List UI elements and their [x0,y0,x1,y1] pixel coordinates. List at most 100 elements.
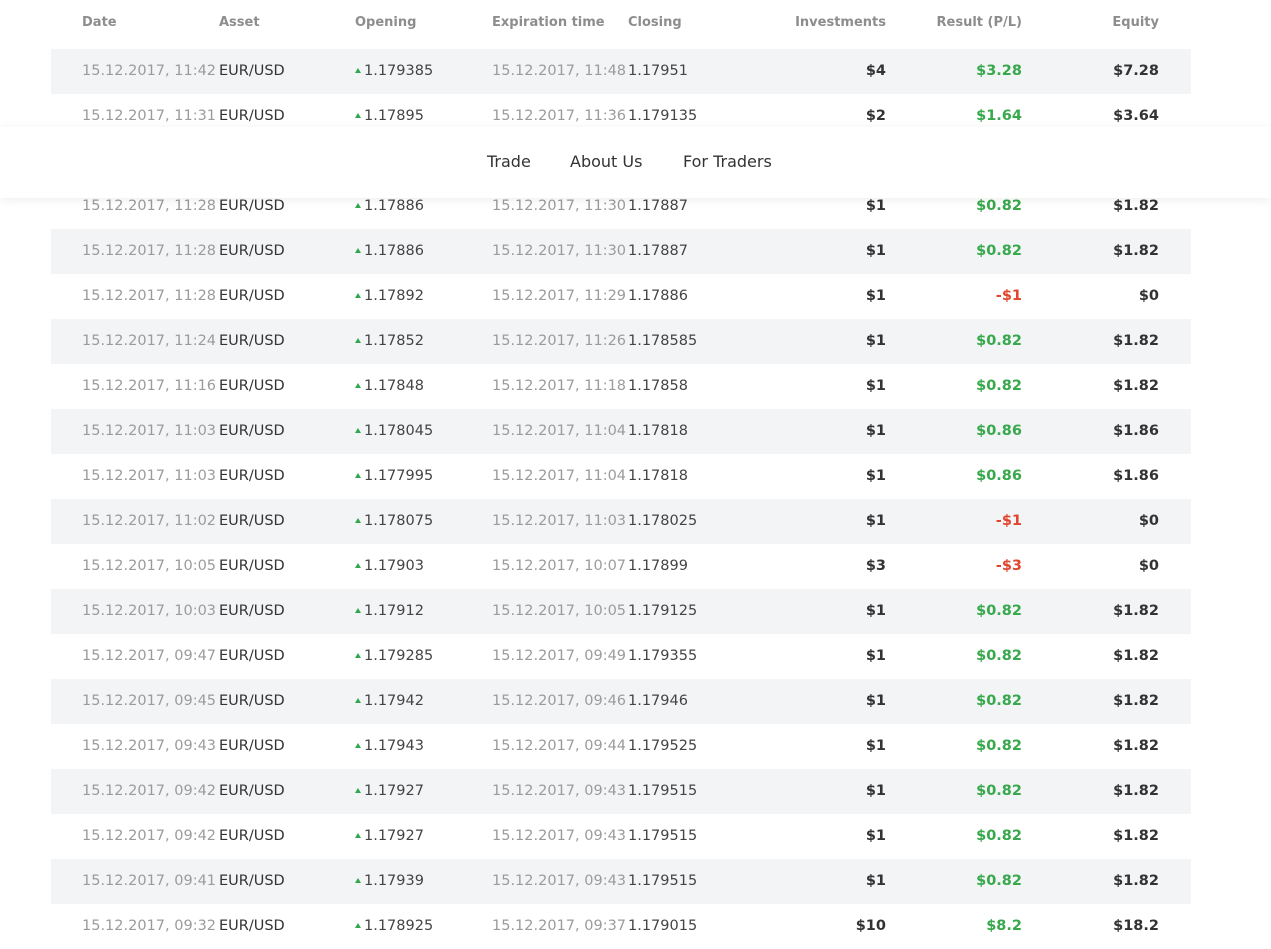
cell-opening: 1.17852 [355,319,424,364]
opening-value: 1.17942 [364,693,424,709]
cell-asset: EUR/USD [219,333,285,349]
column-header-closing[interactable]: Closing [628,15,682,30]
table-row[interactable]: 15.12.2017, 11:02 EUR/USD 1.178075 15.12.20… [51,499,1191,544]
cell-equity: $1.82 [1113,378,1159,394]
table-row[interactable]: 15.12.2017, 11:28 EUR/USD 1.17892 15.12.201… [51,274,1191,319]
cell-closing: 1.17818 [628,423,688,439]
cell-asset: EUR/USD [219,378,285,394]
table-row[interactable]: 15.12.2017, 11:16 EUR/USD 1.17848 15.12.201… [51,364,1191,409]
column-header-opening[interactable]: Opening [355,15,416,30]
cell-opening: 1.179285 [355,634,433,679]
cell-equity: $1.86 [1113,423,1159,439]
table-row[interactable]: 15.12.2017, 11:42 EUR/USD 1.179385 15.12.20… [51,49,1191,94]
column-header-expiration[interactable]: Expiration time [492,15,605,30]
table-row[interactable]: 15.12.2017, 10:05 EUR/USD 1.17903 15.12.201… [51,544,1191,589]
cell-date: 15.12.2017, 10:05 [82,558,217,574]
up-arrow-icon [355,248,361,253]
cell-expiration: 15.12.2017, 09:44 [492,738,627,754]
cell-investment: $1 [865,648,886,664]
cell-opening: 1.17886 [355,229,424,274]
cell-expiration: 15.12.2017, 11:03 [492,513,627,529]
cell-closing: 1.178585 [628,333,698,349]
cell-asset: EUR/USD [219,648,285,664]
table-row[interactable]: 15.12.2017, 09:32 EUR/USD 1.178925 15.12.20… [51,904,1191,949]
cell-investment: $1 [865,468,886,484]
column-header-investments[interactable]: Investments [795,15,886,30]
cell-opening: 1.178075 [355,499,433,544]
cell-opening: 1.17943 [355,724,424,769]
cell-expiration: 15.12.2017, 09:49 [492,648,627,664]
table-row[interactable]: 15.12.2017, 09:41 EUR/USD 1.17939 15.12.201… [51,859,1191,904]
column-header-equity[interactable]: Equity [1112,15,1159,30]
cell-equity: $1.82 [1113,828,1159,844]
cell-investment: $1 [865,243,886,259]
table-row[interactable]: 15.12.2017, 09:42 EUR/USD 1.17927 15.12.201… [51,814,1191,859]
cell-expiration: 15.12.2017, 09:46 [492,693,627,709]
table-row[interactable]: 15.12.2017, 09:47 EUR/USD 1.179285 15.12.20… [51,634,1191,679]
cell-investment: $1 [865,873,886,889]
opening-value: 1.178925 [364,918,434,934]
cell-investment: $1 [865,333,886,349]
opening-value: 1.17912 [364,603,424,619]
cell-expiration: 15.12.2017, 09:43 [492,783,627,799]
cell-closing: 1.179125 [628,603,698,619]
table-row[interactable]: 15.12.2017, 11:03 EUR/USD 1.177995 15.12.20… [51,454,1191,499]
cell-expiration: 15.12.2017, 11:18 [492,378,627,394]
nav-link-trade[interactable]: Trade [487,152,531,171]
opening-value: 1.17852 [364,333,424,349]
up-arrow-icon [355,68,361,73]
up-arrow-icon [355,338,361,343]
cell-date: 15.12.2017, 09:47 [82,648,217,664]
opening-value: 1.179285 [364,648,434,664]
cell-opening: 1.179385 [355,49,433,94]
cell-closing: 1.179525 [628,738,698,754]
table-row[interactable]: 15.12.2017, 09:45 EUR/USD 1.17942 15.12.201… [51,679,1191,724]
cell-result: $0.82 [976,648,1022,664]
opening-value: 1.17927 [364,828,424,844]
cell-investment: $1 [865,828,886,844]
cell-date: 15.12.2017, 11:24 [82,333,217,349]
cell-date: 15.12.2017, 11:28 [82,288,217,304]
cell-expiration: 15.12.2017, 11:29 [492,288,627,304]
column-header-date[interactable]: Date [82,15,117,30]
opening-value: 1.179385 [364,63,434,79]
nav-link-about-us[interactable]: About Us [570,152,642,171]
cell-opening: 1.178045 [355,409,433,454]
cell-expiration: 15.12.2017, 10:05 [492,603,627,619]
cell-opening: 1.17848 [355,364,424,409]
cell-asset: EUR/USD [219,873,285,889]
up-arrow-icon [355,113,361,118]
opening-value: 1.17886 [364,243,424,259]
cell-asset: EUR/USD [219,918,285,934]
cell-result: $0.82 [976,333,1022,349]
column-header-asset[interactable]: Asset [219,15,260,30]
cell-date: 15.12.2017, 11:42 [82,63,217,79]
table-header: Date Asset Opening Expiration time Closi… [51,0,1191,44]
column-header-result[interactable]: Result (P/L) [937,15,1022,30]
cell-closing: 1.179355 [628,648,698,664]
up-arrow-icon [355,653,361,658]
cell-equity: $1.82 [1113,738,1159,754]
cell-equity: $0 [1138,288,1159,304]
cell-date: 15.12.2017, 09:43 [82,738,217,754]
cell-asset: EUR/USD [219,288,285,304]
cell-result: $0.86 [976,423,1022,439]
table-row[interactable]: 15.12.2017, 09:43 EUR/USD 1.17943 15.12.201… [51,724,1191,769]
up-arrow-icon [355,788,361,793]
table-row[interactable]: 15.12.2017, 11:28 EUR/USD 1.17886 15.12.201… [51,229,1191,274]
cell-date: 15.12.2017, 10:03 [82,603,217,619]
cell-equity: $1.82 [1113,603,1159,619]
cell-asset: EUR/USD [219,603,285,619]
up-arrow-icon [355,473,361,478]
table-row[interactable]: 15.12.2017, 09:42 EUR/USD 1.17927 15.12.201… [51,769,1191,814]
cell-equity: $0 [1138,558,1159,574]
table-row[interactable]: 15.12.2017, 10:03 EUR/USD 1.17912 15.12.201… [51,589,1191,634]
cell-asset: EUR/USD [219,783,285,799]
table-row[interactable]: 15.12.2017, 11:24 EUR/USD 1.17852 15.12.201… [51,319,1191,364]
cell-investment: $1 [865,513,886,529]
cell-date: 15.12.2017, 11:03 [82,423,217,439]
table-row[interactable]: 15.12.2017, 11:03 EUR/USD 1.178045 15.12.20… [51,409,1191,454]
cell-equity: $7.28 [1113,63,1159,79]
cell-date: 15.12.2017, 11:03 [82,468,217,484]
nav-link-for-traders[interactable]: For Traders [683,152,772,171]
